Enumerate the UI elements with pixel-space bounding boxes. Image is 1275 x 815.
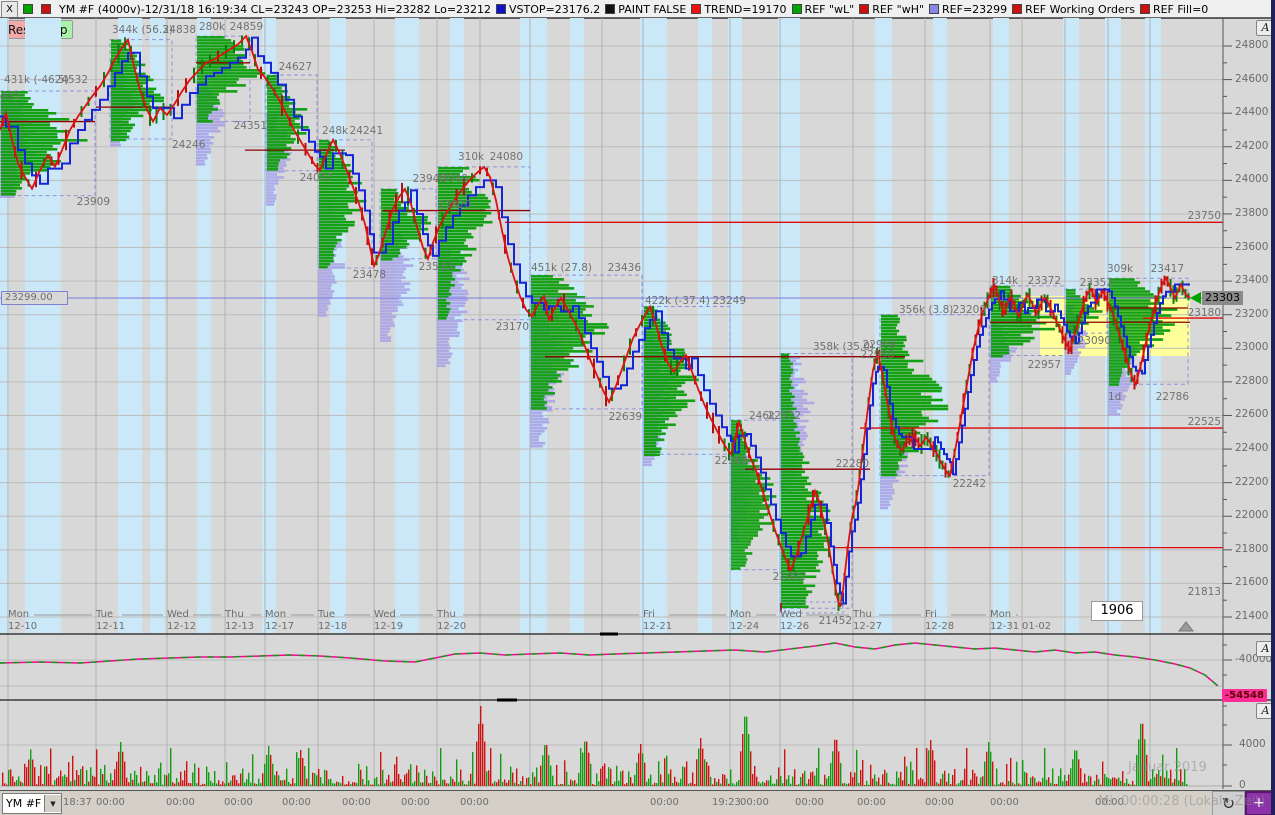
ref-price-label: 23299.00 — [1, 291, 68, 305]
axes — [0, 18, 1275, 796]
time-axis: 18:37 00:00 00:00 00:00 00:00 00:00 00:00 00:00… — [0, 791, 1275, 815]
time-axis-label: 00:00 — [990, 797, 1019, 808]
time-axis-label: 00:00 — [925, 797, 954, 808]
time-axis-label: 00:00 — [224, 797, 253, 808]
time-axis-label: 19:23 — [712, 797, 741, 808]
time-axis-label: 00:00 — [857, 797, 886, 808]
time-axis-label: 00:00 — [740, 797, 769, 808]
delta-value-marker: -54548 — [1222, 689, 1267, 702]
trading-chart-window: X YM #F (4000v)-12/31/18 16:19:34 CL=232… — [0, 0, 1275, 815]
delta-line — [0, 643, 1218, 686]
bottom-toolbar: YM #F ▼ 18:3700:0000:0000:0000:0000:0000… — [0, 790, 1275, 815]
ref-lines — [0, 222, 1223, 547]
last-price-marker: 23303 — [1202, 291, 1243, 305]
time-axis-label: 00:00 — [96, 797, 125, 808]
watermark-date: Januar 2019 — [1128, 760, 1207, 775]
countdown-box: 1906 — [1091, 601, 1143, 621]
time-axis-label: 00:00 — [795, 797, 824, 808]
time-axis-label: 00:00 — [401, 797, 430, 808]
time-axis-label: 00:00 — [282, 797, 311, 808]
time-axis-label: 00:00 — [342, 797, 371, 808]
gridlines — [0, 18, 1223, 788]
window-edge — [1271, 0, 1275, 815]
time-axis-label: 00:00 — [460, 797, 489, 808]
watermark-clock: Mi. 00:00:28 (Lokale Zeit) — [1098, 794, 1265, 809]
poc-lines — [0, 63, 1190, 469]
time-axis-label: 00:00 — [166, 797, 195, 808]
time-axis-label: 18:37 — [63, 797, 92, 808]
chart-canvas[interactable] — [0, 0, 1275, 815]
time-axis-label: 00:00 — [650, 797, 679, 808]
volume-bars — [2, 706, 1187, 786]
trend-line — [0, 36, 1190, 607]
